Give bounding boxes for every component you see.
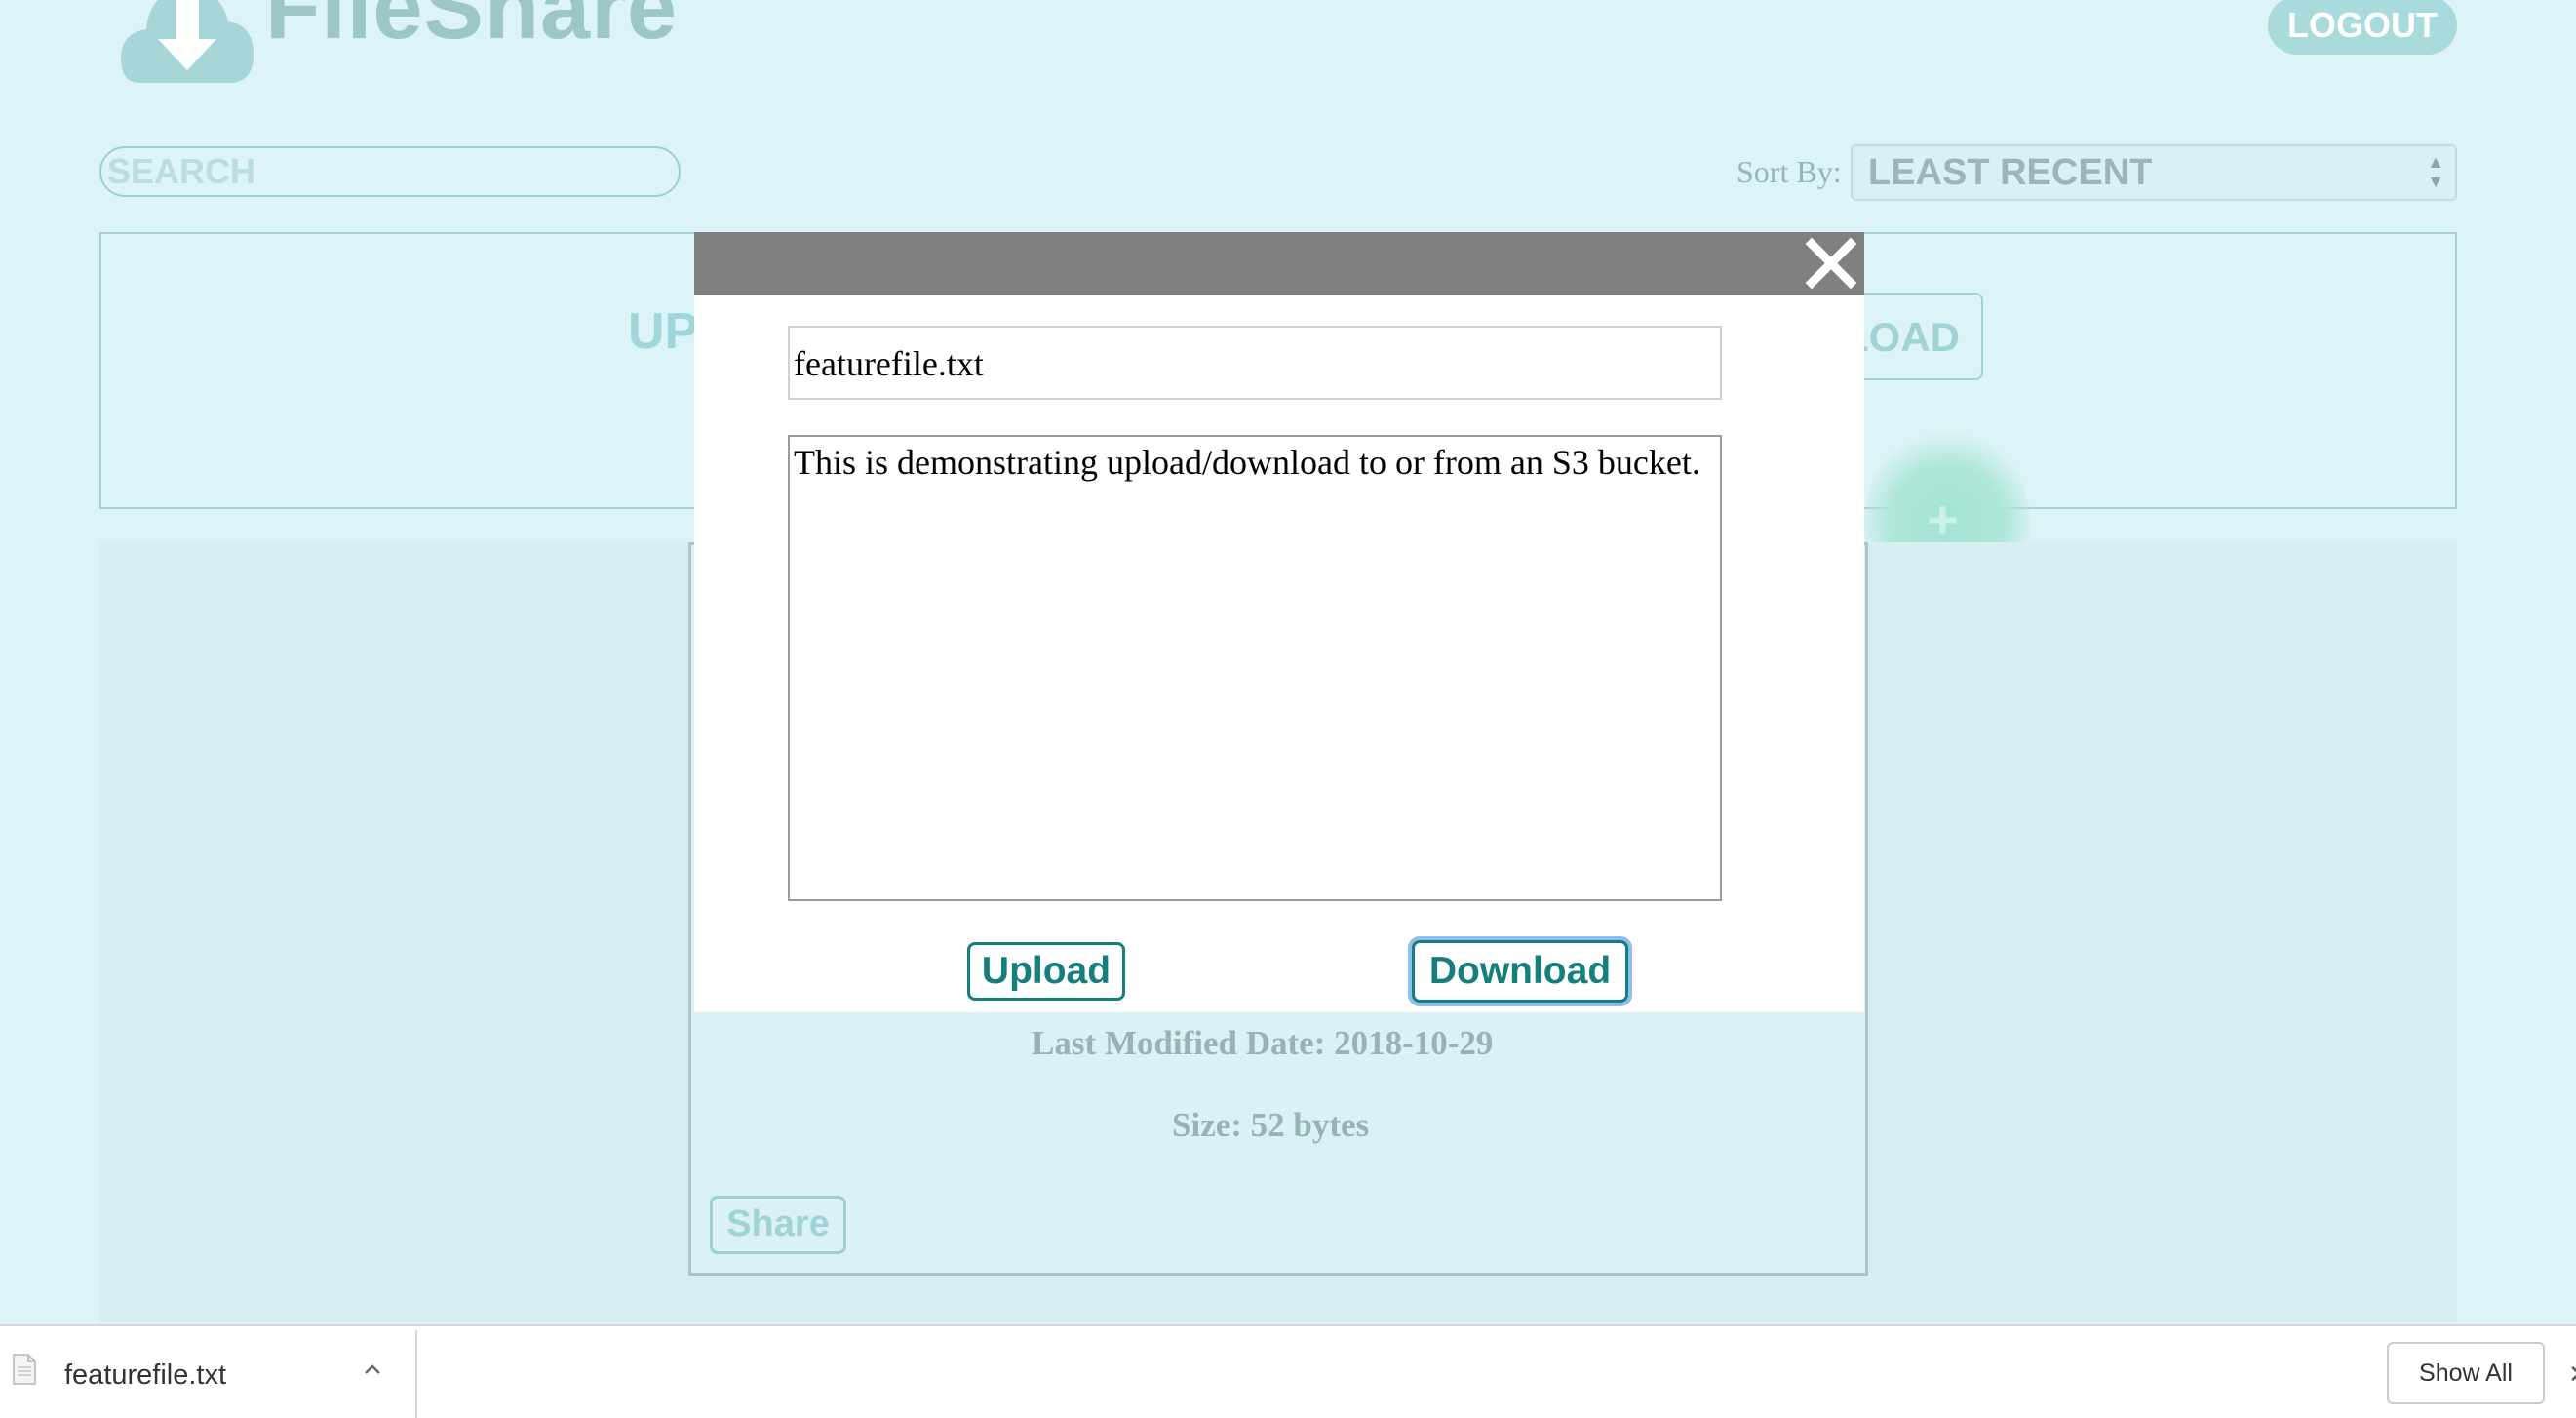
file-content-textarea[interactable]: This is demonstrating upload/download to…: [788, 435, 1722, 901]
app-background: FileShare LOGOUT SEARCH Sort By: LEAST R…: [0, 0, 2576, 1324]
downloaded-file-name[interactable]: featurefile.txt: [64, 1359, 226, 1392]
browser-download-bar: featurefile.txt Show All ✕: [0, 1324, 2576, 1418]
last-modified-date: Last Modified Date: 2018-10-29: [1032, 1024, 1494, 1062]
app-logo-text: FileShare: [265, 0, 679, 58]
cloud-download-icon: [121, 0, 254, 83]
upload-tab[interactable]: UP: [628, 302, 698, 361]
file-size: Size: 52 bytes: [1172, 1106, 1370, 1144]
download-button[interactable]: Download: [1412, 940, 1628, 1003]
close-download-bar-icon[interactable]: ✕: [2568, 1359, 2576, 1390]
modal-title-bar: [694, 232, 1864, 295]
select-arrows-icon: ▲ ▼: [2427, 152, 2444, 191]
show-all-button[interactable]: Show All: [2387, 1342, 2545, 1404]
close-icon[interactable]: [1800, 232, 1862, 295]
filename-input[interactable]: featurefile.txt: [788, 326, 1722, 400]
chevron-up-icon[interactable]: [359, 1356, 386, 1383]
share-button[interactable]: Share: [710, 1196, 846, 1254]
sort-select-value: LEAST RECENT: [1868, 152, 2153, 193]
search-input[interactable]: SEARCH: [99, 146, 681, 197]
sort-select[interactable]: LEAST RECENT ▲ ▼: [1851, 144, 2457, 201]
file-modal: featurefile.txt This is demonstrating up…: [694, 232, 1864, 1012]
file-icon: [13, 1354, 36, 1385]
logout-button[interactable]: LOGOUT: [2268, 0, 2457, 55]
upload-button[interactable]: Upload: [967, 942, 1125, 1001]
divider: [415, 1330, 417, 1418]
sort-by-label: Sort By:: [1737, 154, 1842, 189]
download-tab[interactable]: LOAD: [1844, 293, 1983, 380]
